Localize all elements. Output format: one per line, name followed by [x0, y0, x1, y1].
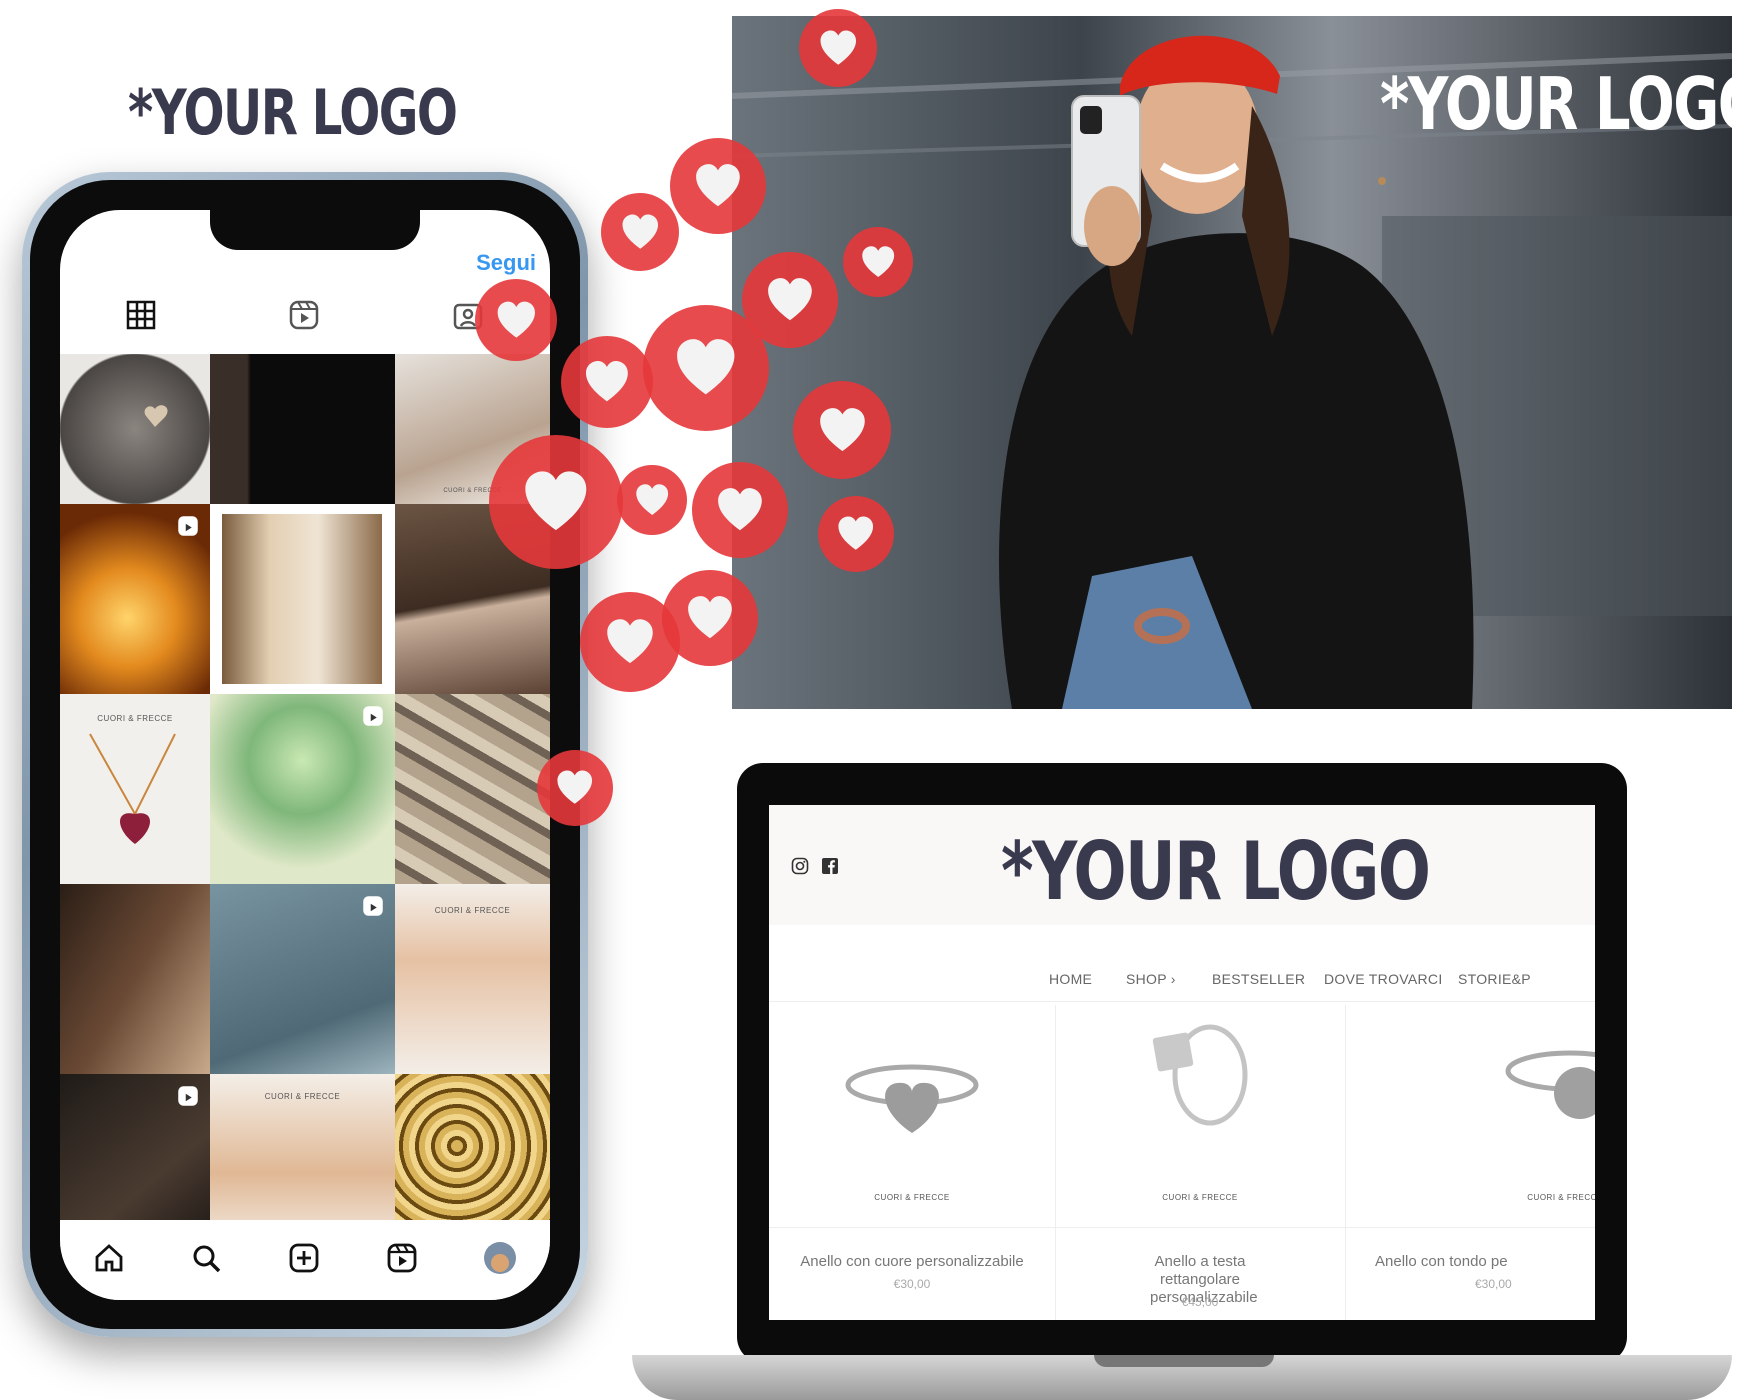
profile-avatar[interactable]: [483, 1241, 517, 1280]
nav-dove-trovarci[interactable]: DOVE TROVARCI: [1324, 971, 1443, 987]
product-brand: CUORI & FRECCE: [1527, 1193, 1595, 1202]
heart-like-icon: [537, 750, 613, 826]
post-thumbnail[interactable]: [210, 504, 395, 694]
post-thumbnail[interactable]: [210, 694, 395, 884]
logo-website: *YOUR LOGO: [1001, 825, 1431, 918]
nav-divider: [769, 1001, 1595, 1002]
product-brand: CUORI & FRECCE: [874, 1193, 950, 1202]
grid-brand-caption: CUORI & FRECCE: [434, 906, 511, 915]
post-thumbnail[interactable]: CUORI & FRECCE: [395, 884, 550, 1074]
home-icon[interactable]: [93, 1242, 125, 1279]
heart-like-icon: [799, 9, 877, 87]
post-thumbnail[interactable]: CUORI & FRECCE: [60, 694, 210, 884]
grid-brand-caption: CUORI & FRECCE: [97, 714, 173, 723]
heart-like-icon: [617, 465, 687, 535]
grid-icon[interactable]: [126, 300, 156, 335]
product-card[interactable]: CUORI & FRECCE Anello con cuore personal…: [769, 1005, 1056, 1320]
heart-like-icon: [561, 336, 653, 428]
product-price: €30,00: [1475, 1277, 1512, 1291]
nav-storie[interactable]: STORIE&P: [1458, 971, 1531, 987]
laptop-frame: *YOUR LOGO HOME SHOP › BESTSELLER DOVE T…: [737, 763, 1627, 1363]
heart-like-icon: [601, 193, 679, 271]
post-thumbnail[interactable]: [210, 354, 395, 504]
ring-heart-image: [845, 1064, 979, 1133]
heart-like-icon: [475, 279, 557, 361]
heart-like-icon: [643, 305, 769, 431]
reel-badge-icon: [176, 514, 200, 543]
post-thumbnail[interactable]: [60, 884, 210, 1074]
reels-icon[interactable]: [386, 1242, 418, 1279]
product-card[interactable]: CUORI & FRECCE Anello a testa rettangola…: [1055, 1005, 1346, 1320]
shop-website-screen: *YOUR LOGO HOME SHOP › BESTSELLER DOVE T…: [769, 805, 1595, 1320]
product-price: €30,00: [893, 1277, 931, 1291]
post-thumbnail[interactable]: [395, 694, 550, 884]
heart-like-icon: [793, 381, 891, 479]
ring-rectangle-image: [1152, 1024, 1248, 1126]
heart-like-icon: [670, 138, 766, 234]
ring-round-image: [1505, 1050, 1595, 1119]
site-nav: HOME SHOP › BESTSELLER DOVE TROVARCI STO…: [769, 971, 1595, 997]
product-name[interactable]: Anello con cuore personalizzabile: [769, 1253, 1055, 1270]
post-grid: CUORI & FRECCE CUORI & FRECCE CUORI & FR…: [60, 354, 550, 1254]
heart-like-icon: [843, 227, 913, 297]
facebook-icon[interactable]: [821, 857, 839, 880]
reel-badge-icon: [361, 704, 385, 733]
nav-home[interactable]: HOME: [1049, 971, 1092, 987]
product-brand: CUORI & FRECCE: [1162, 1193, 1238, 1202]
reel-badge-icon: [361, 894, 385, 923]
phone-notch: [210, 210, 420, 250]
logo-photo: *YOUR LOGO: [1380, 62, 1745, 146]
product-name[interactable]: Anello con tondo pe: [1375, 1253, 1508, 1270]
heart-like-icon: [818, 496, 894, 572]
laptop-base: [632, 1355, 1732, 1400]
nav-bestseller[interactable]: BESTSELLER: [1212, 971, 1305, 987]
instagram-icon[interactable]: [791, 857, 809, 880]
search-icon[interactable]: [190, 1242, 222, 1279]
product-card[interactable]: CUORI & FRECCE Anello con tondo pe €30,0…: [1345, 1005, 1595, 1320]
grid-brand-caption: CUORI & FRECCE: [264, 1092, 341, 1101]
heart-like-icon: [662, 570, 758, 666]
post-thumbnail[interactable]: [60, 354, 210, 504]
logo-phone: *YOUR LOGO: [128, 76, 458, 149]
product-price: €45,00: [1181, 1295, 1219, 1309]
reels-tab-icon[interactable]: [288, 299, 320, 336]
heart-like-icon: [489, 435, 623, 569]
nav-shop[interactable]: SHOP ›: [1126, 971, 1176, 987]
bottom-nav-bar: [60, 1220, 550, 1300]
post-thumbnail[interactable]: [60, 504, 210, 694]
follow-button[interactable]: Segui: [476, 250, 536, 276]
heart-like-icon: [692, 462, 788, 558]
add-post-icon[interactable]: [288, 1242, 320, 1279]
post-thumbnail[interactable]: [210, 884, 395, 1074]
instagram-profile-screen: Segui CUORI & FRECCE CUORI & FRECCE CUOR…: [60, 210, 550, 1300]
reel-badge-icon: [176, 1084, 200, 1113]
